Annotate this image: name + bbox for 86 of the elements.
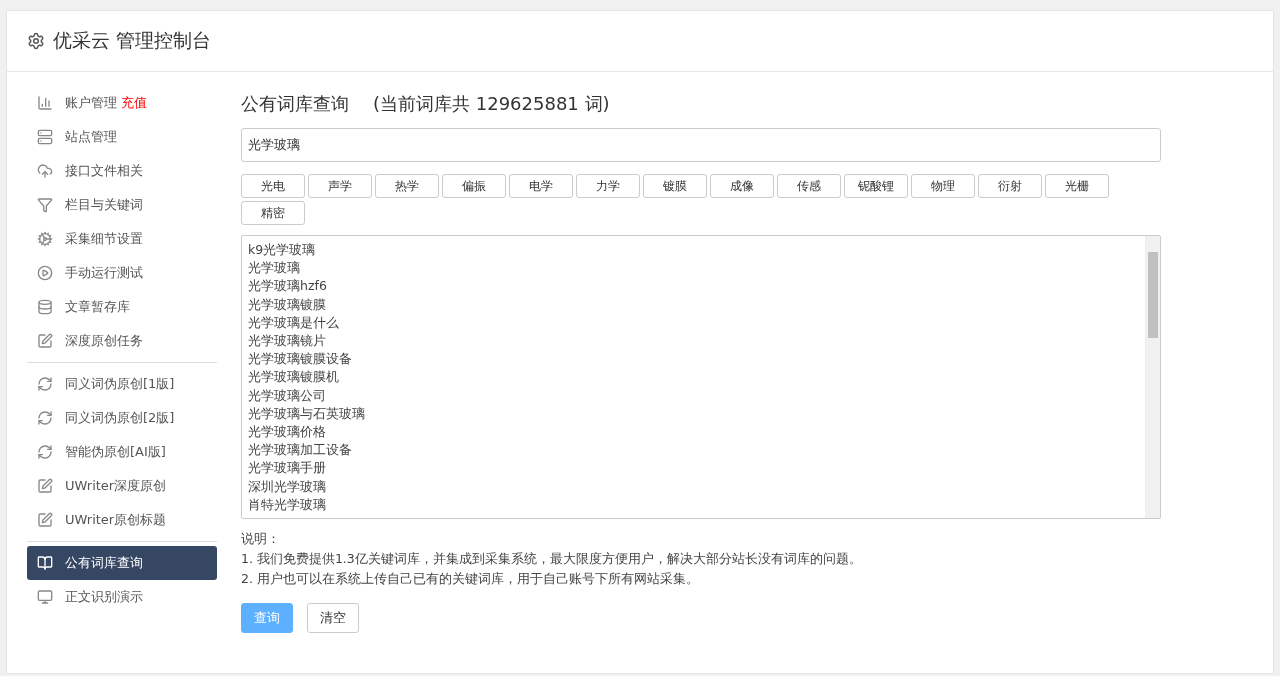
- result-item: 肖特光学玻璃: [248, 495, 327, 514]
- bar-chart-icon: [37, 95, 53, 111]
- results-list[interactable]: k9光学玻璃 光学玻璃 光学玻璃hzf6 光学玻璃镀膜 光学玻璃是什么 光学玻璃镜片 光学玻璃镀膜设备 光学玻璃镀膜机 光学玻璃公司 光学玻璃与石英玻璃 光学玻璃价格 光学玻璃加工设备 光学玻璃手册 深圳光学玻璃 肖特光学玻璃: [241, 235, 1161, 519]
- keyword-tag[interactable]: 衍射: [978, 174, 1042, 198]
- sidebar-label: 公有词库查询: [65, 554, 143, 572]
- recharge-link[interactable]: 充值: [121, 95, 147, 110]
- keyword-tag[interactable]: 光栅: [1045, 174, 1109, 198]
- keyword-tag[interactable]: 精密: [241, 201, 305, 225]
- search-field[interactable]: 光学玻璃: [241, 128, 1161, 162]
- sidebar-item[interactable]: 手动运行测试: [27, 256, 217, 290]
- sidebar-item[interactable]: UWriter深度原创: [27, 469, 217, 503]
- result-item: k9光学玻璃: [248, 241, 317, 259]
- sidebar-label: 智能伪原创[AI版]: [65, 443, 166, 461]
- page-title: 公有词库查询: [241, 92, 349, 116]
- gears-icon: [37, 231, 53, 247]
- note-text: 2. 用户也可以在系统上传自己已有的关键词库，用于自己账号下所有网站采集。: [241, 570, 700, 588]
- sidebar-item[interactable]: UWriter原创标题: [27, 503, 217, 537]
- keyword-tag[interactable]: 铌酸锂: [844, 174, 908, 198]
- result-item: 光学玻璃镀膜: [248, 295, 327, 314]
- keyword-tag[interactable]: 物理: [911, 174, 975, 198]
- sidebar-label: 账户管理 充值: [65, 94, 147, 112]
- book-icon: [37, 555, 53, 571]
- keyword-tag[interactable]: 偏振: [442, 174, 506, 198]
- result-item: 光学玻璃: [248, 259, 301, 278]
- keyword-tag[interactable]: 光电: [241, 174, 305, 198]
- keyword-tag[interactable]: 声学: [308, 174, 372, 198]
- word-count: (当前词库共 129625881 词): [373, 92, 610, 116]
- edit-icon: [37, 478, 53, 494]
- clear-button[interactable]: 清空: [307, 603, 359, 633]
- edit-icon: [37, 333, 53, 349]
- keyword-tag[interactable]: 镀膜: [643, 174, 707, 198]
- filter-icon: [37, 197, 53, 213]
- sidebar-item[interactable]: 账户管理 充值: [27, 86, 217, 120]
- play-icon: [37, 265, 53, 281]
- cloud-upload-icon: [37, 163, 53, 179]
- result-item: 深圳光学玻璃: [248, 477, 327, 496]
- sidebar-label: 接口文件相关: [65, 162, 143, 180]
- monitor-icon: [37, 589, 53, 605]
- result-item: 光学玻璃与石英玻璃: [248, 404, 366, 423]
- database-icon: [37, 299, 53, 315]
- result-item: 光学玻璃是什么: [248, 313, 340, 332]
- sidebar-item[interactable]: 公有词库查询: [27, 546, 217, 580]
- result-item: 光学玻璃公司: [248, 386, 327, 405]
- keyword-tag[interactable]: 电学: [509, 174, 573, 198]
- sidebar-item[interactable]: 站点管理: [27, 120, 217, 154]
- result-item: 光学玻璃镀膜机: [248, 368, 340, 387]
- sidebar-label: 深度原创任务: [65, 332, 143, 350]
- result-item: 光学玻璃价格: [248, 423, 327, 442]
- result-item: 光学玻璃hzf6: [248, 277, 328, 296]
- sidebar-label: 文章暂存库: [65, 298, 130, 316]
- sidebar-label: 同义词伪原创[2版]: [65, 409, 175, 427]
- sidebar-label: 采集细节设置: [65, 230, 143, 248]
- refresh-icon: [37, 410, 53, 426]
- edit-icon: [37, 512, 53, 528]
- result-item: 光学玻璃镀膜设备: [248, 350, 353, 369]
- keyword-tag[interactable]: 热学: [375, 174, 439, 198]
- console-title: 优采云 管理控制台: [53, 28, 212, 53]
- scrollbar[interactable]: [1145, 236, 1160, 518]
- result-item: 光学玻璃加工设备: [248, 441, 353, 460]
- sidebar-label: 栏目与关键词: [65, 196, 143, 214]
- sidebar-label: 正文识别演示: [65, 588, 143, 606]
- sidebar-item[interactable]: 同义词伪原创[2版]: [27, 401, 217, 435]
- sidebar-item[interactable]: 智能伪原创[AI版]: [27, 435, 217, 469]
- result-item: 光学玻璃手册: [248, 459, 327, 478]
- sidebar-item[interactable]: 深度原创任务: [27, 324, 217, 358]
- refresh-icon: [37, 444, 53, 460]
- sidebar-item[interactable]: 正文识别演示: [27, 580, 217, 614]
- notes-title: 说明：: [241, 530, 281, 548]
- keyword-tag[interactable]: 传感: [777, 174, 841, 198]
- keyword-tag[interactable]: 力学: [576, 174, 640, 198]
- sidebar-item[interactable]: 采集细节设置: [27, 222, 217, 256]
- sidebar-label: 同义词伪原创[1版]: [65, 375, 175, 393]
- sidebar-item[interactable]: 同义词伪原创[1版]: [27, 367, 217, 401]
- sidebar-item[interactable]: 接口文件相关: [27, 154, 217, 188]
- note-text: 1. 我们免费提供1.3亿关键词库，并集成到采集系统，最大限度方便用户，解决大部分站长没有词库的问题。: [241, 550, 863, 568]
- settings-icon: [27, 32, 45, 50]
- sidebar-label: UWriter原创标题: [65, 511, 167, 529]
- sidebar-label: 站点管理: [65, 128, 117, 146]
- sidebar-label: 手动运行测试: [65, 264, 143, 282]
- sidebar-label: UWriter深度原创: [65, 477, 167, 495]
- refresh-icon: [37, 376, 53, 392]
- sidebar-item[interactable]: 文章暂存库: [27, 290, 217, 324]
- sidebar-item[interactable]: 栏目与关键词: [27, 188, 217, 222]
- keyword-tag[interactable]: 成像: [710, 174, 774, 198]
- result-item: 光学玻璃镜片: [248, 332, 327, 350]
- server-icon: [37, 129, 53, 145]
